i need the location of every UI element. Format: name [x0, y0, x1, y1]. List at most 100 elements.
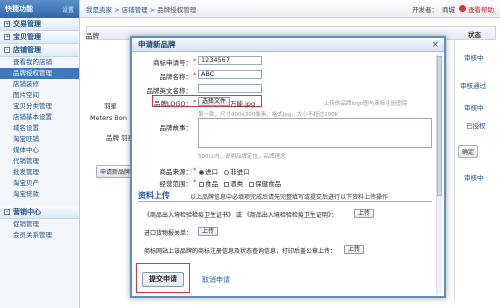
sidebar-section-goods[interactable]: + 宝贝管理: [0, 31, 79, 44]
sidebar-item-crm[interactable]: 会员关系管理: [0, 230, 79, 241]
scope-option-label: 保健食品: [255, 180, 282, 188]
source-option-label: 非进口: [230, 168, 250, 176]
collapse-icon[interactable]: -: [4, 209, 10, 215]
sidebar-item-product[interactable]: 淘宝贝产: [0, 178, 79, 189]
status-cell: 审核中: [464, 174, 484, 182]
sidebar-item-basic-settings[interactable]: 店铺基本设置: [0, 112, 79, 123]
status-cell: 审核通过: [460, 82, 486, 90]
source-option-label: 进口: [205, 168, 218, 176]
brand-name-label: 品牌名称：: [159, 73, 193, 81]
apply-new-brand-button[interactable]: 申请新品牌: [96, 165, 135, 178]
story-textarea[interactable]: [198, 118, 432, 148]
sidebar-item-category[interactable]: 宝贝分类管理: [0, 101, 79, 112]
sidebar-section-label: 交易管理: [13, 20, 41, 28]
doc2-upload-button[interactable]: 上传: [198, 227, 219, 236]
breadcrumb-item[interactable]: 我是卖家: [86, 6, 112, 14]
sidebar-section-marketing[interactable]: - 营销中心: [0, 206, 79, 219]
breadcrumb-current: 品牌授权管理: [157, 5, 197, 14]
confirm-button[interactable]: 确定: [458, 145, 479, 158]
sidebar-title: 快捷功能: [5, 5, 33, 13]
logo-hint-right: 上传的品牌logo图与商标注册图保: [324, 101, 408, 107]
sidebar-item-media[interactable]: 媒体中心: [0, 145, 79, 156]
scope-option-label: 食品: [205, 180, 218, 188]
required-mark: *: [193, 57, 197, 65]
docs-divider: [138, 201, 432, 202]
logo-file-name: 万能.jpg: [230, 100, 256, 108]
scrollbar-thumb[interactable]: [437, 56, 442, 196]
story-hint: 500以内，说明品牌定位，品牌理念: [198, 154, 286, 160]
source-options: 进口 非进口: [195, 166, 250, 176]
sidebar-header: 快捷功能 设置: [0, 0, 79, 18]
bg-text: 羽星: [104, 102, 117, 110]
sidebar-section-shop[interactable]: - 店铺管理: [0, 44, 79, 57]
docs-section-title: 资料上传: [138, 191, 170, 200]
sidebar-item-wholesale[interactable]: 批发管理: [0, 167, 79, 178]
apply-brand-dialog: 申请新品牌 × 商标申请号： * 1234567 品牌名称： * ABC 品牌英…: [130, 36, 446, 298]
brand-en-input[interactable]: [198, 84, 262, 93]
expand-icon[interactable]: +: [4, 34, 10, 40]
doc3-upload-button[interactable]: 上传: [344, 245, 365, 254]
doc2-label: 进口货物报关单：: [144, 230, 193, 237]
sidebar-section-label: 店铺管理: [13, 46, 41, 54]
sidebar-item-promotion[interactable]: 促销管理: [0, 219, 79, 230]
scope-checkbox-health[interactable]: [249, 181, 255, 187]
logo-label: 品牌LOGO：: [153, 100, 192, 108]
status-column: [454, 40, 492, 300]
help-label: 查看帮助: [468, 5, 494, 14]
dialog-title: 申请新品牌: [132, 38, 444, 52]
scope-options: 食品 酒类 保健食品: [195, 178, 281, 188]
choose-file-button[interactable]: 选择文件: [198, 97, 231, 106]
developer-label: 开发者：: [412, 5, 438, 14]
status-cell: 审核中: [464, 104, 484, 112]
docs-section-desc: 以上品牌信息中必填项完成后请先完整填写或提交后进行以下资料上传操作: [190, 194, 389, 201]
top-bar-right: 开发者： 商城 查看帮助: [412, 4, 494, 14]
cancel-link[interactable]: 取消申请: [202, 275, 230, 285]
expand-icon[interactable]: +: [4, 21, 10, 27]
sidebar-section-trade[interactable]: + 交易管理: [0, 18, 79, 31]
sidebar-item-view-shop[interactable]: 查看我的店铺: [0, 57, 79, 68]
submit-button[interactable]: 提交申请: [142, 272, 184, 287]
doc1-upload-button[interactable]: 上传: [354, 209, 375, 218]
dialog-scrollbar[interactable]: [436, 54, 442, 294]
source-radio-nonimport[interactable]: [224, 169, 230, 175]
logo-hint-below: 第一款，尺寸400x300像素，格式jpg，大小不超过100K: [198, 112, 339, 118]
help-link[interactable]: 查看帮助: [459, 4, 494, 14]
status-cell: 已授权: [466, 122, 486, 130]
top-bar: 我是卖家 > 店铺管理 > 品牌授权管理 开发者： 商城 查看帮助: [80, 0, 500, 18]
scope-option-label: 酒类: [230, 180, 244, 188]
sidebar-item-image-space[interactable]: 图片空间: [0, 90, 79, 101]
sidebar-item-wangpu[interactable]: 淘宝旺铺: [0, 134, 79, 145]
reg-number-input[interactable]: 1234567: [198, 56, 262, 65]
brand-name-input[interactable]: ABC: [198, 70, 262, 79]
close-icon[interactable]: ×: [431, 40, 439, 50]
breadcrumb: 我是卖家 > 店铺管理 > 品牌授权管理: [86, 4, 196, 14]
doc3-label: 商标网站上该品牌的商标注册信息及状态查询信息，打印后盖公章上传：: [144, 248, 337, 255]
collapse-icon[interactable]: -: [4, 47, 10, 53]
scope-checkbox-food[interactable]: [199, 181, 204, 187]
bg-text: Meters Bon: [90, 114, 127, 122]
help-icon: [459, 5, 466, 12]
story-label: 品牌故事：: [159, 124, 193, 132]
breadcrumb-separator: >: [112, 5, 122, 14]
status-cell: 审核中: [464, 54, 484, 62]
sidebar-item-domain[interactable]: 域名设置: [0, 123, 79, 134]
scope-checkbox-alcohol[interactable]: [224, 181, 230, 187]
sidebar: 快捷功能 设置 + 交易管理 + 宝贝管理 - 店铺管理 查看我的店铺 品牌授权…: [0, 0, 80, 308]
sidebar-section-label: 宝贝管理: [13, 33, 41, 41]
reg-number-label: 商标申请号：: [153, 59, 192, 67]
sidebar-item-distribution[interactable]: 代销管理: [0, 156, 79, 167]
required-mark: *: [193, 71, 197, 79]
sidebar-item-loan[interactable]: 淘宝贷款: [0, 189, 79, 200]
scope-label: 经营范围：: [159, 180, 193, 188]
breadcrumb-separator: >: [147, 5, 158, 14]
breadcrumb-item[interactable]: 店铺管理: [122, 6, 148, 14]
sidebar-settings-link[interactable]: 设置: [62, 5, 74, 14]
doc1-label: 《商品出入境检验检疫卫生证书》 或 《商品出入境检验检疫卫生证明》：: [144, 212, 337, 219]
sidebar-item-brand-auth[interactable]: 品牌授权管理: [0, 68, 79, 79]
sidebar-section-label: 营销中心: [13, 208, 41, 216]
sidebar-item-decoration[interactable]: 店铺装修: [0, 79, 79, 90]
bg-text: 品牌: [86, 32, 99, 40]
required-mark: *: [193, 98, 197, 106]
status-column-header: 状态: [468, 31, 481, 39]
source-radio-import[interactable]: [199, 169, 204, 175]
